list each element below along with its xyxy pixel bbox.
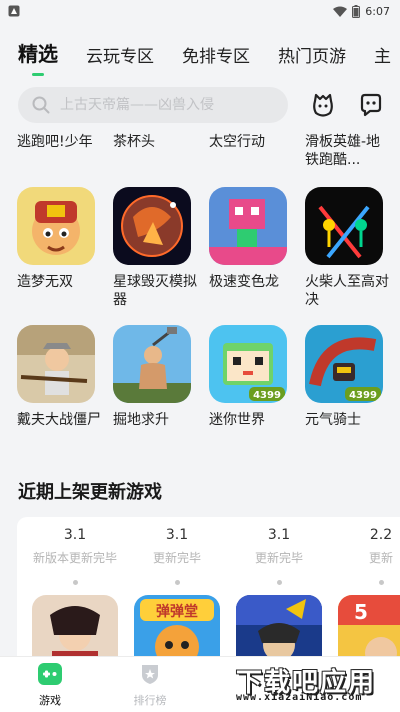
update-item[interactable]: 2.2 更新 (331, 527, 400, 585)
gift-mascot-icon[interactable] (310, 92, 336, 118)
game-item[interactable]: 茶杯头 (113, 133, 197, 151)
game-name: 迷你世界 (209, 412, 265, 428)
notification-icon (8, 5, 20, 17)
chameleon-icon (209, 187, 287, 265)
update-version: 3.1 (267, 527, 291, 543)
game-name: 滑板英雄-地铁跑酷... (305, 134, 381, 168)
game-item[interactable]: 火柴人至高对决 (305, 187, 389, 309)
nav-label: 排行榜 (133, 694, 167, 707)
update-desc: 更新 (368, 551, 393, 565)
wifi-icon (333, 6, 348, 17)
game-item[interactable]: 太空行动 (209, 133, 293, 151)
game-item[interactable]: 4399 元气骑士 (305, 325, 389, 429)
game-item[interactable]: 4399 迷你世界 (209, 325, 293, 429)
soul-knight-icon: 4399 (305, 325, 383, 403)
update-item[interactable]: 3.1 更新完毕 (127, 527, 227, 585)
search-input[interactable] (58, 96, 272, 114)
game-name: 掘地求升 (113, 412, 169, 428)
recent-updates-card: 3.1 新版本更新完毕 3.1 更新完毕 3.1 更新完毕 2.2 更新 弹弹堂… (17, 517, 400, 677)
message-icon[interactable] (358, 92, 384, 118)
game-name: 戴夫大战僵尸 (17, 412, 101, 428)
game-item[interactable]: 戴夫大战僵尸 (17, 325, 101, 429)
game-name: 茶杯头 (113, 134, 155, 150)
nav-item-games[interactable]: 游戏 (20, 663, 80, 708)
dave-zombie-icon (17, 325, 95, 403)
update-item[interactable]: 3.1 更新完毕 (229, 527, 329, 585)
thumb-title: 5 (354, 600, 368, 624)
watermark-logo: 下载吧应用 www.xiazaiNiao.com (234, 660, 394, 706)
update-desc: 更新完毕 (152, 551, 201, 565)
mini-world-icon: 4399 (209, 325, 287, 403)
battery-icon (352, 4, 361, 18)
tab-cloud-play[interactable]: 云玩专区 (86, 42, 154, 67)
category-tabs: 精选 云玩专区 免排专区 热门页游 主 (18, 38, 400, 76)
status-bar: 6:07 (0, 0, 400, 22)
thumb-title: 弹弹堂 (156, 603, 198, 620)
search-icon (32, 96, 50, 114)
tab-more[interactable]: 主 (374, 42, 391, 67)
game-name: 逃跑吧!少年 (17, 134, 93, 150)
update-version: 2.2 (369, 527, 393, 543)
update-version: 3.1 (165, 527, 189, 543)
game-item[interactable]: 滑板英雄-地铁跑酷... (305, 133, 389, 169)
search-bar[interactable] (18, 87, 288, 123)
dream-warrior-icon (17, 187, 95, 265)
game-name: 元气骑士 (305, 412, 361, 428)
game-name: 极速变色龙 (209, 274, 279, 290)
game-name: 火柴人至高对决 (305, 274, 389, 308)
nav-item-ranking[interactable]: 排行榜 (120, 663, 180, 708)
planet-destroy-icon (113, 187, 191, 265)
update-desc: 更新完毕 (254, 551, 303, 565)
game-name: 太空行动 (209, 134, 265, 150)
game-item[interactable]: 极速变色龙 (209, 187, 293, 291)
tab-queue-free[interactable]: 免排专区 (182, 42, 250, 67)
update-desc: 新版本更新完毕 (32, 551, 117, 565)
game-item[interactable]: 逃跑吧!少年 (17, 133, 101, 151)
update-item[interactable]: 3.1 新版本更新完毕 (25, 527, 125, 585)
getting-over-it-icon (113, 325, 191, 403)
game-name: 星球毁灭模拟器 (113, 274, 197, 308)
timeline-dot (174, 580, 180, 585)
update-version: 3.1 (63, 527, 87, 543)
stickman-icon (305, 187, 383, 265)
game-item[interactable]: 造梦无双 (17, 187, 101, 291)
game-name: 造梦无双 (17, 274, 73, 290)
status-time: 6:07 (365, 4, 390, 18)
section-title-recent-updates: 近期上架更新游戏 (18, 482, 162, 503)
platform-badge: 4399 (253, 390, 281, 401)
timeline-dot (276, 580, 282, 585)
nav-label: 游戏 (39, 694, 61, 707)
ranking-shield-icon (142, 665, 158, 684)
timeline-dot (72, 580, 78, 585)
gamepad-icon (38, 663, 62, 685)
timeline-dot (378, 580, 384, 585)
tab-featured[interactable]: 精选 (18, 38, 58, 76)
game-item[interactable]: 星球毁灭模拟器 (113, 187, 197, 309)
game-item[interactable]: 掘地求升 (113, 325, 197, 429)
watermark-url: www.xiazaiNiao.com (236, 692, 363, 703)
platform-badge: 4399 (349, 390, 377, 401)
tab-hot-web-games[interactable]: 热门页游 (278, 42, 346, 67)
